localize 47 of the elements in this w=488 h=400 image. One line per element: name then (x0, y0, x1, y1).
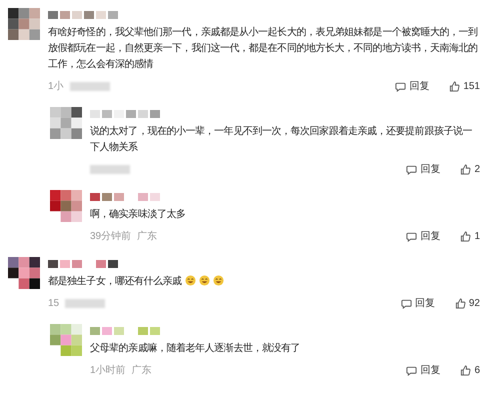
location-text: 广东 (132, 364, 152, 377)
reply-button[interactable]: 回复 (395, 79, 430, 93)
like-button[interactable]: 2 (460, 164, 480, 174)
pixelated-avatar (50, 324, 82, 356)
pixelated-avatar (8, 8, 40, 40)
thumbs-up-icon (449, 80, 460, 92)
like-button[interactable]: 92 (454, 298, 480, 308)
thumbs-up-icon (460, 364, 472, 376)
grinning-emoji-icon (198, 275, 210, 286)
grinning-emoji-icon (212, 275, 224, 286)
like-button[interactable]: 6 (460, 364, 480, 376)
comment-text: 说的太对了，现在的小一辈，一年见不到一次，每次回家跟着走亲戚，还要提前跟孩子说一下人物关系 (90, 124, 474, 155)
speech-bubble-icon (406, 230, 418, 242)
reply-button[interactable]: 回复 (406, 363, 440, 377)
comment-text: 有啥好奇怪的，我父辈他们那一代，亲戚都是从小一起长大的，表兄弟姐妹都是一个被窝睡大的，一到放假都玩在一起，自然更亲一下，我们这一代，都是在不同的地方长大，不同的地方读书，天南海北的工作，怎么会有深的感情 (48, 26, 479, 72)
like-button[interactable]: 1 (460, 230, 480, 242)
thumbs-up-icon (460, 164, 472, 174)
blurred-text (70, 82, 110, 90)
pixelated-avatar (50, 107, 82, 139)
thumbs-up-icon (460, 230, 472, 242)
speech-bubble-icon (395, 80, 406, 92)
grinning-emoji-icon (184, 275, 196, 286)
timestamp: 1小 (48, 80, 64, 93)
thumbs-up-icon (454, 298, 466, 308)
speech-bubble-icon (400, 298, 412, 308)
comment-text: 都是独生子女，哪还有什么亲戚 (48, 274, 480, 290)
blurred-text (65, 298, 106, 308)
blurred-name (90, 193, 160, 201)
comment-text: 父母辈的亲戚嘛，随着老年人逐渐去世，就没有了 (90, 342, 302, 356)
comment-text: 啊，确实亲味淡了太多 (90, 208, 187, 222)
timestamp: 1小时前 (90, 364, 126, 377)
location-text: 广东 (137, 230, 158, 243)
blurred-name (90, 110, 160, 118)
blurred-text (90, 164, 130, 174)
pixelated-avatar (8, 257, 40, 289)
timestamp: 39分钟前 (90, 230, 132, 243)
blurred-name (48, 260, 118, 268)
timestamp: 15 (48, 298, 60, 308)
speech-bubble-icon (406, 164, 418, 174)
reply-button[interactable]: 回复 (406, 162, 440, 176)
speech-bubble-icon (406, 364, 418, 376)
reply-button[interactable]: 回复 (406, 229, 440, 243)
reply-button[interactable]: 回复 (400, 296, 435, 310)
blurred-name (48, 11, 118, 19)
blurred-name (90, 327, 160, 335)
like-button[interactable]: 151 (449, 80, 480, 92)
pixelated-avatar (50, 190, 82, 222)
